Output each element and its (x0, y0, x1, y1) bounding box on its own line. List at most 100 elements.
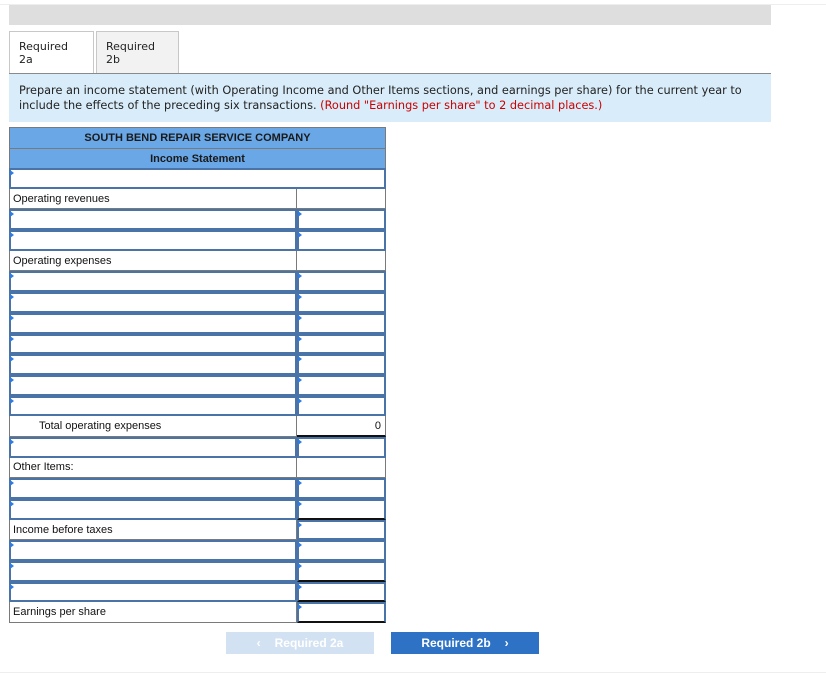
expense-account-input[interactable] (14, 314, 295, 332)
tax-account-input[interactable] (14, 542, 295, 560)
revenue-account-input[interactable] (14, 232, 295, 249)
operating-income-label-input[interactable] (14, 438, 295, 456)
net-income-amount-input[interactable] (299, 563, 384, 580)
expense-account-cell[interactable] (9, 312, 297, 334)
tax-amount-input[interactable] (299, 542, 384, 560)
operating-revenues-label: Operating revenues (9, 188, 297, 210)
table-row (9, 312, 386, 334)
net-income-label-input[interactable] (14, 563, 295, 580)
expense-amount-cell[interactable] (297, 271, 386, 293)
table-row (9, 354, 386, 375)
extra-amount-cell[interactable] (297, 581, 386, 603)
revenue-amount-input[interactable] (299, 211, 384, 229)
expense-account-input[interactable] (14, 294, 295, 311)
tab-required-2a[interactable]: Required 2a (9, 31, 94, 73)
expense-account-input[interactable] (14, 376, 295, 394)
operating-income-label-cell[interactable] (9, 436, 297, 458)
operating-expenses-label: Operating expenses (9, 250, 297, 272)
expense-account-cell[interactable] (9, 374, 297, 396)
table-row: Income before taxes (9, 519, 386, 541)
expense-amount-input[interactable] (299, 397, 384, 415)
net-income-label-cell[interactable] (9, 561, 297, 582)
expense-account-cell[interactable] (9, 395, 297, 417)
table-row (9, 395, 386, 417)
table-row (9, 499, 386, 520)
tax-account-cell[interactable] (9, 540, 297, 562)
other-item-amount-input[interactable] (299, 501, 384, 518)
other-item-amount-input[interactable] (299, 480, 384, 497)
other-item-account-input[interactable] (14, 501, 295, 518)
table-row (9, 271, 386, 293)
extra-amount-input[interactable] (299, 583, 384, 601)
table-row (9, 478, 386, 499)
expense-amount-cell[interactable] (297, 374, 386, 396)
income-before-taxes-label: Income before taxes (9, 519, 297, 541)
bottom-divider (0, 672, 826, 673)
expense-account-cell[interactable] (9, 271, 297, 293)
revenue-account-cell[interactable] (9, 230, 297, 251)
expense-account-cell[interactable] (9, 292, 297, 313)
other-item-account-cell[interactable] (9, 499, 297, 520)
expense-amount-cell[interactable] (297, 312, 386, 334)
table-row (9, 436, 386, 458)
tab-required-2b[interactable]: Required 2b (96, 31, 179, 73)
other-item-account-input[interactable] (14, 480, 295, 497)
total-operating-expenses-value: 0 (297, 416, 386, 437)
next-required-2b-button[interactable]: Required 2b › (391, 632, 539, 654)
table-row (9, 561, 386, 582)
tax-amount-cell[interactable] (297, 540, 386, 562)
expense-amount-input[interactable] (299, 335, 384, 353)
revenue-amount-input[interactable] (299, 232, 384, 249)
net-income-amount-cell[interactable] (297, 561, 386, 582)
table-row (9, 209, 386, 231)
expense-amount-cell[interactable] (297, 354, 386, 375)
expense-amount-input[interactable] (299, 273, 384, 291)
table-row: Operating expenses (9, 250, 386, 272)
expense-account-input[interactable] (14, 335, 295, 353)
expense-amount-cell[interactable] (297, 333, 386, 355)
extra-account-input[interactable] (14, 583, 295, 601)
expense-account-input[interactable] (14, 356, 295, 373)
income-statement-table: SOUTH BEND REPAIR SERVICE COMPANY Income… (9, 127, 386, 624)
expense-account-cell[interactable] (9, 333, 297, 355)
expense-amount-input[interactable] (299, 376, 384, 394)
empty-amount-cell (297, 457, 386, 479)
revenue-amount-cell[interactable] (297, 230, 386, 251)
revenue-amount-cell[interactable] (297, 209, 386, 231)
table-row: Other Items: (9, 457, 386, 479)
table-row (9, 168, 386, 189)
expense-amount-cell[interactable] (297, 292, 386, 313)
expense-account-input[interactable] (14, 273, 295, 291)
earnings-per-share-input[interactable] (299, 604, 384, 622)
other-item-amount-cell[interactable] (297, 478, 386, 499)
expense-account-input[interactable] (14, 397, 295, 415)
expense-account-cell[interactable] (9, 354, 297, 375)
other-items-label: Other Items: (9, 457, 297, 479)
period-input-cell[interactable] (9, 168, 386, 189)
expense-amount-cell[interactable] (297, 395, 386, 417)
income-before-taxes-amount-cell[interactable] (297, 519, 386, 541)
empty-amount-cell (297, 250, 386, 272)
other-item-account-cell[interactable] (9, 478, 297, 499)
revenue-account-cell[interactable] (9, 209, 297, 231)
empty-amount-cell (297, 188, 386, 210)
other-item-amount-cell[interactable] (297, 499, 386, 520)
rounding-note: (Round "Earnings per share" to 2 decimal… (320, 99, 603, 112)
earnings-per-share-label: Earnings per share (9, 602, 297, 624)
period-input[interactable] (14, 170, 384, 187)
extra-account-cell[interactable] (9, 581, 297, 603)
income-before-taxes-amount-input[interactable] (299, 521, 384, 539)
revenue-account-input[interactable] (14, 211, 295, 229)
operating-income-amount-input[interactable] (299, 438, 384, 456)
prev-required-2a-button[interactable]: ‹ Required 2a (226, 632, 374, 654)
expense-amount-input[interactable] (299, 294, 384, 311)
table-row (9, 292, 386, 313)
expense-amount-input[interactable] (299, 356, 384, 373)
table-row (9, 581, 386, 603)
earnings-per-share-amount-cell[interactable] (297, 602, 386, 624)
company-name-header: SOUTH BEND REPAIR SERVICE COMPANY (9, 127, 386, 148)
expense-amount-input[interactable] (299, 314, 384, 332)
operating-income-amount-cell[interactable] (297, 436, 386, 458)
table-row: Total operating expenses 0 (9, 416, 386, 437)
table-row: Operating revenues (9, 188, 386, 210)
